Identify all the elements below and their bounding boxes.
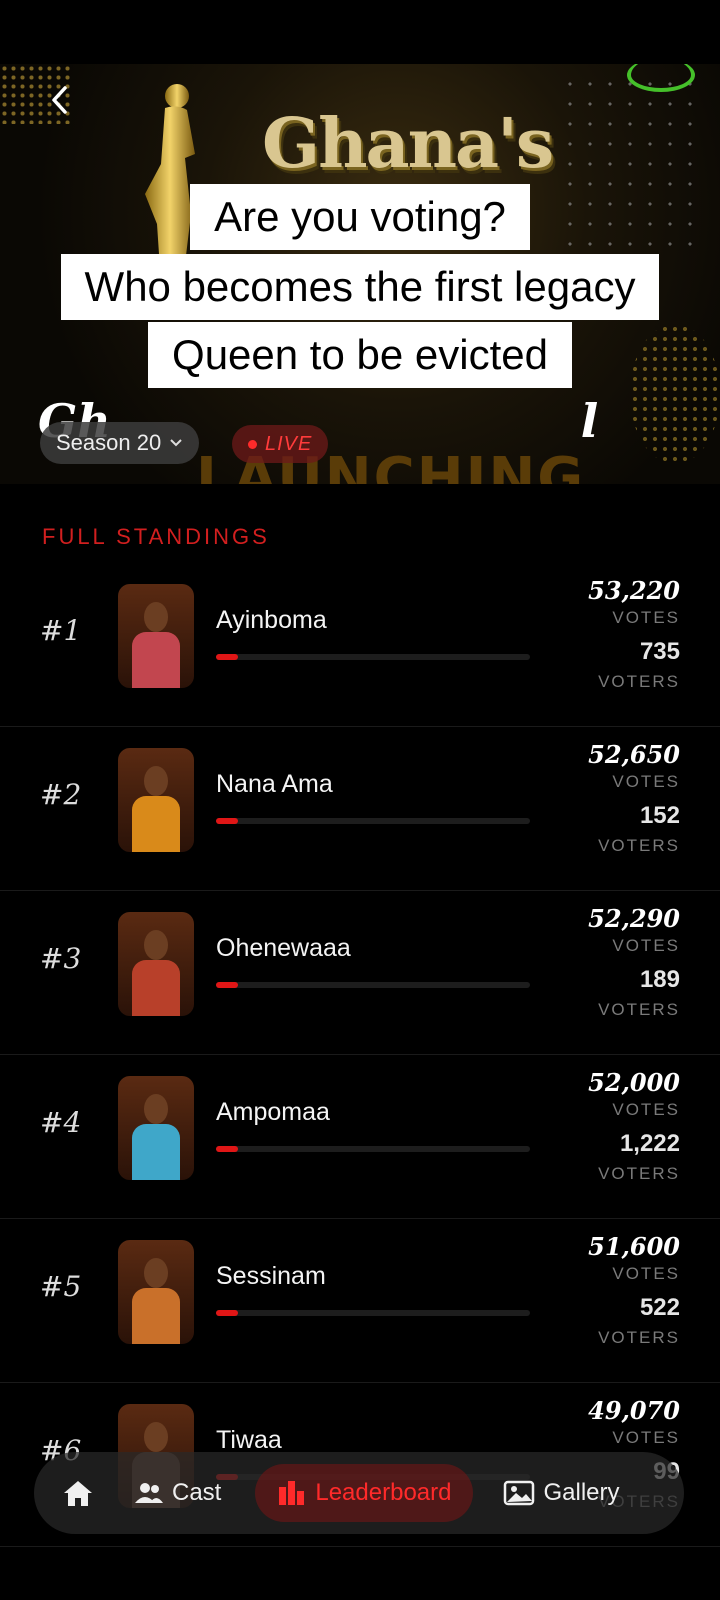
standing-row[interactable]: #2 Nana Ama 52,650 VOTES 152 VOTERS [0, 726, 720, 891]
avatar-dress [132, 1288, 180, 1344]
avatar-face [144, 1258, 168, 1288]
vote-progress-bar [216, 1146, 530, 1152]
rank-label: #2 [40, 778, 82, 811]
votes-count: 52,000 [588, 1068, 680, 1097]
nav-cast[interactable]: Cast [134, 1464, 221, 1522]
nav-leaderboard[interactable]: Leaderboard [255, 1464, 474, 1522]
live-dot-icon [248, 439, 257, 449]
votes-label: VOTES [612, 936, 680, 955]
contestant-name: Nana Ama [216, 770, 333, 798]
rank-label: #4 [40, 1106, 82, 1139]
contestant-name: Tiwaa [216, 1426, 282, 1454]
decor-dots [630, 324, 720, 464]
rank-label: #3 [40, 942, 82, 975]
avatar-face [144, 602, 168, 632]
vote-progress-bar [216, 1310, 530, 1316]
image-icon [504, 1480, 535, 1506]
contestant-name: Ohenewaaa [216, 934, 351, 962]
vote-progress-fill [216, 1310, 238, 1316]
voters-label: VOTERS [598, 836, 680, 855]
nav-home[interactable] [62, 1464, 94, 1522]
votes-label: VOTES [612, 1100, 680, 1119]
avatar-dress [132, 1124, 180, 1180]
season-label: Season 20 [56, 430, 162, 455]
avatar-face [144, 1094, 168, 1124]
vote-progress-bar [216, 982, 530, 988]
contestant-name: Ampomaa [216, 1098, 330, 1126]
hero-banner: Ghana's Gh l LAUNCHING [0, 64, 720, 484]
voters-label: VOTERS [598, 672, 680, 691]
live-label: LIVE [265, 432, 313, 455]
standing-row[interactable]: #4 Ampomaa 52,000 VOTES 1,222 VOTERS [0, 1054, 720, 1219]
votes-label: VOTES [612, 772, 680, 791]
home-icon [64, 1481, 92, 1506]
voters-count: 152 [639, 802, 680, 829]
votes-label: VOTES [612, 1428, 680, 1447]
voters-count: 189 [639, 966, 680, 993]
nav-gallery-label: Gallery [543, 1479, 620, 1506]
avatar-dress [132, 960, 180, 1016]
vote-progress-fill [216, 818, 238, 824]
vote-progress-fill [216, 982, 238, 988]
votes-count: 53,220 [588, 576, 680, 605]
people-icon [135, 1483, 163, 1503]
voters-count: 522 [639, 1294, 680, 1321]
avatar-dress [132, 796, 180, 852]
avatar-dress [132, 632, 180, 688]
votes-label: VOTES [612, 608, 680, 627]
season-dropdown[interactable]: Season 20 [40, 422, 200, 464]
contestant-name: Sessinam [216, 1262, 326, 1290]
rank-label: #1 [40, 614, 82, 647]
vote-progress-fill [216, 654, 238, 660]
avatar [118, 748, 194, 852]
votes-count: 51,600 [588, 1232, 680, 1261]
avatar [118, 912, 194, 1016]
avatar-face [144, 1422, 168, 1452]
chevron-left-icon [52, 86, 67, 114]
voters-count: 1,222 [619, 1130, 680, 1157]
decor-dots [560, 74, 700, 254]
contestant-name: Ayinboma [216, 606, 327, 634]
standing-row[interactable]: #1 Ayinboma 53,220 VOTES 735 VOTERS [0, 562, 720, 727]
section-title: FULL STANDINGS [42, 524, 270, 549]
voters-count: 735 [639, 638, 680, 665]
standing-row[interactable]: #5 Sessinam 51,600 VOTES 522 VOTERS [0, 1218, 720, 1383]
statue-icon [145, 84, 195, 314]
vote-progress-bar [216, 818, 530, 824]
nav-gallery[interactable]: Gallery [503, 1464, 620, 1522]
avatar-face [144, 766, 168, 796]
votes-count: 52,290 [588, 904, 680, 933]
bottom-nav: Cast Leaderboard Gallery [34, 1452, 684, 1534]
chevron-down-icon [170, 439, 182, 447]
back-button[interactable] [42, 82, 78, 118]
bar-chart-icon [279, 1481, 305, 1505]
votes-label: VOTES [612, 1264, 680, 1283]
rank-label: #5 [40, 1270, 82, 1303]
vote-progress-bar [216, 654, 530, 660]
vote-progress-fill [216, 1146, 238, 1152]
voters-label: VOTERS [598, 1328, 680, 1347]
hero-logo-text: Ghana's [262, 104, 554, 184]
votes-count: 49,070 [588, 1396, 680, 1425]
avatar [118, 584, 194, 688]
voters-label: VOTERS [598, 1000, 680, 1019]
standing-row[interactable]: #3 Ohenewaaa 52,290 VOTES 189 VOTERS [0, 890, 720, 1055]
votes-count: 52,650 [588, 740, 680, 769]
voters-label: VOTERS [598, 1164, 680, 1183]
avatar [118, 1240, 194, 1344]
avatar [118, 1076, 194, 1180]
live-badge: LIVE [232, 425, 329, 463]
avatar-face [144, 930, 168, 960]
nav-cast-label: Cast [172, 1479, 222, 1506]
nav-leaderboard-label: Leaderboard [315, 1479, 452, 1506]
